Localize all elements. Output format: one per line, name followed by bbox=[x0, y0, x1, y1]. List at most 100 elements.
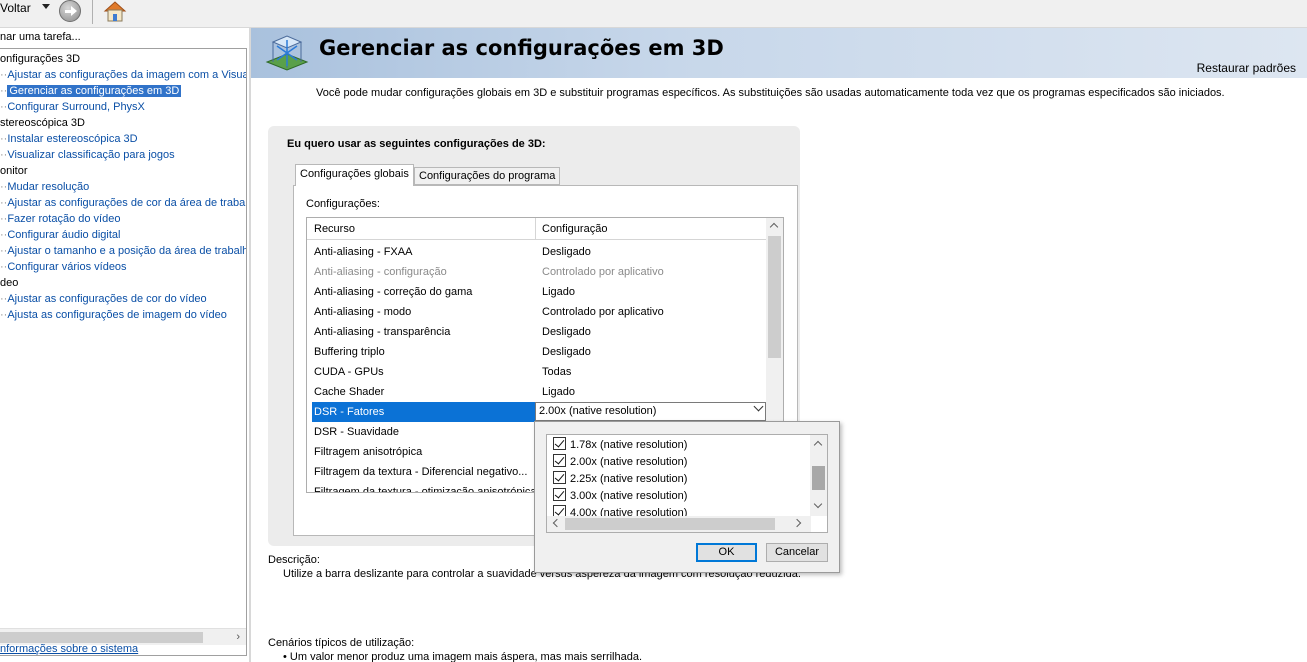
table-row[interactable]: Anti-aliasing - configuração Controlado p… bbox=[307, 262, 766, 282]
column-header-setting[interactable]: Configuração bbox=[542, 223, 607, 235]
checkbox[interactable] bbox=[553, 488, 566, 501]
tab-global-settings[interactable]: Configurações globais bbox=[295, 164, 414, 186]
tree-item-label: Ajusta as configurações de imagem do víd… bbox=[7, 309, 227, 321]
setting-cell: Controlado por aplicativo bbox=[542, 306, 664, 318]
dsr-factor-option[interactable]: 1.78x (native resolution) bbox=[553, 437, 687, 454]
setting-cell: Ligado bbox=[542, 386, 576, 398]
option-label: 1.78x (native resolution) bbox=[570, 439, 688, 451]
tree-category[interactable]: deo bbox=[0, 275, 18, 291]
option-label: 2.00x (native resolution) bbox=[570, 456, 688, 468]
setting-cell: Desligado bbox=[542, 246, 591, 258]
tree-item[interactable]: ··Ajustar o tamanho e a posição da área … bbox=[0, 243, 246, 259]
column-divider bbox=[535, 218, 536, 240]
toolbar-separator bbox=[92, 0, 93, 24]
feature-cell: Anti-aliasing - transparência bbox=[314, 326, 451, 338]
feature-cell: DSR - Fatores bbox=[312, 402, 535, 422]
scroll-thumb[interactable] bbox=[0, 632, 203, 643]
table-row[interactable]: Anti-aliasing - FXAA Desligado bbox=[307, 242, 766, 262]
back-button[interactable]: Voltar bbox=[0, 1, 31, 15]
setting-dropdown[interactable]: 2.00x (native resolution) bbox=[535, 402, 766, 421]
tree-item-label: stereoscópica 3D bbox=[0, 117, 85, 129]
checkbox[interactable] bbox=[553, 437, 566, 450]
setting-cell: Desligado bbox=[542, 326, 591, 338]
dsr-factors-list: 1.78x (native resolution) 2.00x (native r… bbox=[546, 434, 828, 533]
table-row[interactable]: Anti-aliasing - correção do gama Ligado bbox=[307, 282, 766, 302]
table-row[interactable]: Buffering triplo Desligado bbox=[307, 342, 766, 362]
scroll-right-icon[interactable] bbox=[792, 518, 802, 528]
tree-category[interactable]: onfigurações 3D bbox=[0, 51, 80, 67]
checkbox[interactable] bbox=[553, 471, 566, 484]
usage-text: • Um valor menor produz uma imagem mais … bbox=[283, 651, 643, 662]
table-row[interactable]: CUDA - GPUs Todas bbox=[307, 362, 766, 382]
tree-item[interactable]: ··Mudar resolução bbox=[0, 179, 89, 195]
scroll-thumb[interactable] bbox=[565, 518, 775, 530]
scroll-left-icon[interactable] bbox=[552, 518, 562, 528]
tree-item[interactable]: ··Configurar Surround, PhysX bbox=[0, 99, 145, 115]
cancel-button[interactable]: Cancelar bbox=[766, 543, 828, 562]
table-row[interactable]: Anti-aliasing - modo Controlado por aplic… bbox=[307, 302, 766, 322]
scroll-thumb[interactable] bbox=[812, 466, 825, 490]
tree-item-label: Fazer rotação do vídeo bbox=[7, 213, 121, 225]
back-dropdown-icon[interactable] bbox=[42, 4, 50, 9]
list-horizontal-scrollbar[interactable] bbox=[547, 516, 811, 532]
list-vertical-scrollbar[interactable] bbox=[810, 435, 827, 516]
tree-item[interactable]: ··Ajustar as configurações da imagem com… bbox=[0, 67, 247, 83]
dsr-factor-option[interactable]: 2.00x (native resolution) bbox=[553, 454, 687, 471]
restore-defaults-link[interactable]: Restaurar padrões bbox=[1197, 61, 1296, 75]
feature-cell: Filtragem da textura - otimização anisot… bbox=[314, 486, 534, 493]
tree-item[interactable]: ··Fazer rotação do vídeo bbox=[0, 211, 120, 227]
scroll-down-icon[interactable] bbox=[813, 499, 823, 509]
option-label: 2.25x (native resolution) bbox=[570, 473, 688, 485]
tree-item[interactable]: ··Ajustar as configurações de cor da áre… bbox=[0, 195, 247, 211]
checkbox[interactable] bbox=[553, 454, 566, 467]
task-label: nar uma tarefa... bbox=[0, 31, 81, 43]
dsr-factor-option[interactable]: 2.25x (native resolution) bbox=[553, 471, 687, 488]
task-tree: onfigurações 3D ··Ajustar as configuraçõe… bbox=[0, 48, 247, 656]
scroll-up-icon[interactable] bbox=[813, 440, 823, 450]
tree-category[interactable]: onitor bbox=[0, 163, 28, 179]
tree-item[interactable]: ··Visualizar classificação para jogos bbox=[0, 147, 175, 163]
feature-cell: Anti-aliasing - modo bbox=[314, 306, 412, 318]
page-title: Gerenciar as configurações em 3D bbox=[319, 36, 724, 60]
tree-item[interactable]: ··Ajustar as configurações de cor do víd… bbox=[0, 291, 207, 307]
page-header: Gerenciar as configurações em 3D Restaur… bbox=[251, 28, 1307, 78]
tree-item[interactable]: ·· Gerenciar as configurações em 3D bbox=[0, 83, 182, 99]
toolbar: Voltar bbox=[0, 0, 1307, 28]
feature-cell: DSR - Suavidade bbox=[314, 426, 399, 438]
table-row[interactable]: Anti-aliasing - transparência Desligado bbox=[307, 322, 766, 342]
home-icon[interactable] bbox=[102, 0, 128, 22]
feature-cell: CUDA - GPUs bbox=[314, 366, 384, 378]
ok-button[interactable]: OK bbox=[696, 543, 757, 562]
tree-item-label: Configurar Surround, PhysX bbox=[7, 101, 145, 113]
dsr-factor-option[interactable]: 3.00x (native resolution) bbox=[553, 488, 687, 505]
tree-item[interactable]: ··Ajusta as configurações de imagem do v… bbox=[0, 307, 227, 323]
scroll-right-icon[interactable]: › bbox=[236, 631, 240, 643]
tree-item-label: Configurar vários vídeos bbox=[7, 261, 127, 273]
usage-label: Cenários típicos de utilização: bbox=[268, 637, 415, 649]
description-label: Descrição: bbox=[268, 554, 320, 566]
feature-cell: Anti-aliasing - correção do gama bbox=[314, 286, 473, 298]
tree-category[interactable]: stereoscópica 3D bbox=[0, 115, 85, 131]
forward-arrow-icon[interactable] bbox=[59, 0, 81, 22]
tab-program-settings[interactable]: Configurações do programa bbox=[414, 167, 561, 185]
tree-item-label: Configurar áudio digital bbox=[7, 229, 121, 241]
tree-item[interactable]: ··Configurar áudio digital bbox=[0, 227, 120, 243]
panel-divider[interactable] bbox=[249, 28, 251, 662]
feature-cell: Buffering triplo bbox=[314, 346, 385, 358]
scroll-thumb[interactable] bbox=[768, 236, 781, 358]
tree-item-label: Ajustar as configurações da imagem com a… bbox=[7, 69, 247, 81]
tree-item-label: Ajustar as configurações de cor da área … bbox=[7, 197, 247, 209]
table-row[interactable]: DSR - Fatores 2.00x (native resolution) bbox=[307, 401, 766, 422]
tree-item-label: onitor bbox=[0, 165, 28, 177]
dsr-factors-dropdown: 1.78x (native resolution) 2.00x (native r… bbox=[534, 421, 840, 573]
table-row[interactable]: Cache Shader Ligado bbox=[307, 382, 766, 402]
feature-cell: Anti-aliasing - configuração bbox=[314, 266, 447, 278]
column-header-feature[interactable]: Recurso bbox=[314, 223, 355, 235]
tree-item[interactable]: ··Instalar estereoscópica 3D bbox=[0, 131, 138, 147]
tree-item[interactable]: ··Configurar vários vídeos bbox=[0, 259, 127, 275]
setting-cell: Controlado por aplicativo bbox=[542, 266, 664, 278]
scroll-up-icon[interactable] bbox=[769, 222, 779, 232]
setting-cell: Desligado bbox=[542, 346, 591, 358]
group-title: Eu quero usar as seguintes configurações… bbox=[287, 138, 546, 150]
system-info-link[interactable]: nformações sobre o sistema bbox=[0, 643, 138, 655]
